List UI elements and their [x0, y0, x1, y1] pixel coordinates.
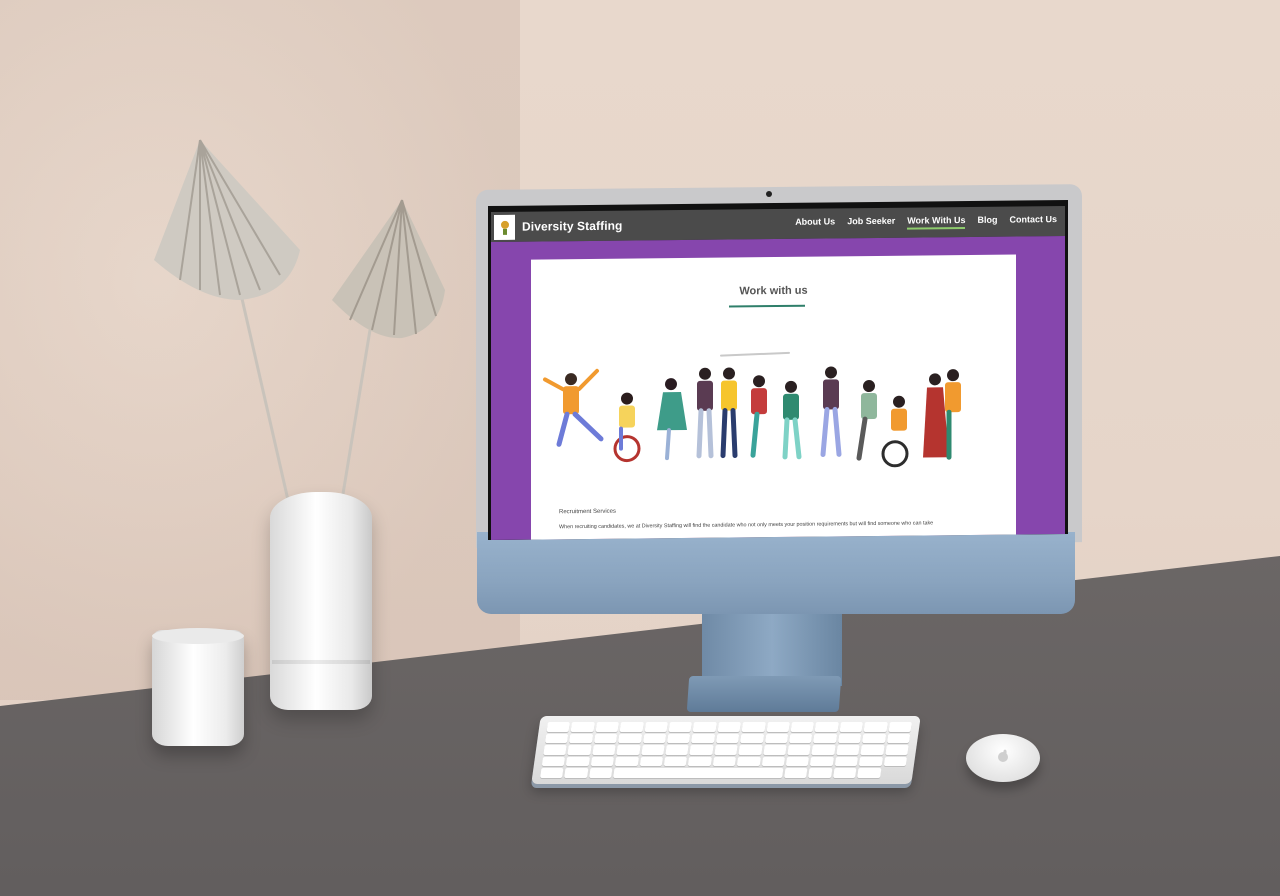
body-paragraph: When recruiting candidates, we at Divers… — [559, 520, 934, 531]
section-heading: Recruitment Services — [559, 508, 617, 516]
cup-rim — [152, 628, 244, 644]
company-logo-icon[interactable] — [494, 214, 515, 240]
keyboard-row — [541, 756, 908, 767]
paper-fan-leaf-right — [332, 199, 445, 339]
nav-contact-us[interactable]: Contact Us — [1009, 214, 1057, 228]
monitor-chin — [477, 532, 1075, 614]
apple-logo-icon — [998, 749, 1008, 762]
monitor-base — [686, 676, 842, 712]
keyboard-row — [544, 733, 911, 744]
nav-blog[interactable]: Blog — [977, 215, 997, 229]
keyboard-row — [540, 768, 905, 778]
nav-job-seeker[interactable]: Job Seeker — [847, 216, 895, 231]
nav-links: About Us Job Seeker Work With Us Blog Co… — [795, 214, 1057, 231]
title-underline — [729, 304, 805, 308]
vase-ring — [272, 660, 370, 664]
paper-fan-leaf-left — [154, 139, 300, 300]
cup — [152, 630, 244, 746]
nav-about-us[interactable]: About Us — [795, 216, 835, 230]
vase — [270, 492, 372, 710]
nav-work-with-us[interactable]: Work With Us — [907, 215, 966, 230]
page-title: Work with us — [739, 284, 808, 298]
mouse — [966, 734, 1040, 782]
keyboard — [531, 716, 921, 784]
monitor-screen: Diversity Staffing About Us Job Seeker W… — [488, 199, 1068, 541]
diverse-people-illustration — [543, 351, 961, 468]
brand-name[interactable]: Diversity Staffing — [522, 219, 623, 234]
keyboard-row — [546, 722, 912, 732]
page-body: Work with us Recruitment Services When r… — [491, 235, 1065, 541]
keyboard-row — [543, 745, 909, 755]
decorative-plant — [154, 139, 445, 501]
content-card: Work with us Recruitment Services When r… — [531, 254, 1016, 541]
camera-icon — [766, 191, 772, 197]
